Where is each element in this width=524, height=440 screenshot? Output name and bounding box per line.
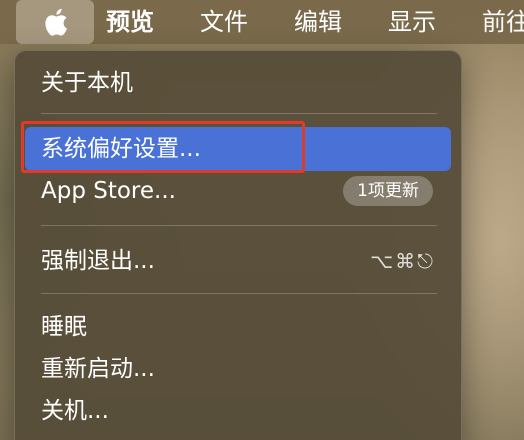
menu-go[interactable]: 前往 xyxy=(482,0,524,44)
menu-separator xyxy=(41,225,437,226)
menu-item-label: App Store... xyxy=(41,178,176,204)
apple-menu-dropdown: 关于本机 系统偏好设置... App Store... 1项更新 强制退出...… xyxy=(14,50,462,440)
annotation-highlight-box xyxy=(21,121,305,173)
menu-preview[interactable]: 预览 xyxy=(106,0,154,44)
menu-item-shut-down[interactable]: 关机... xyxy=(25,389,451,433)
menu-item-label: 强制退出... xyxy=(41,248,155,274)
apple-logo-icon xyxy=(42,7,68,37)
menu-view[interactable]: 显示 xyxy=(388,0,436,44)
menu-item-label: 关于本机 xyxy=(41,70,133,96)
menu-item-restart[interactable]: 重新启动... xyxy=(25,347,451,391)
apple-menu-button[interactable] xyxy=(16,0,94,44)
menu-item-label: 关机... xyxy=(41,398,109,424)
keyboard-shortcut: ⌥⌘⎋ xyxy=(370,249,435,273)
update-count-badge: 1项更新 xyxy=(343,176,433,206)
menu-item-label: 重新启动... xyxy=(41,356,155,382)
menu-item-force-quit[interactable]: 强制退出... ⌥⌘⎋ xyxy=(25,239,451,283)
menu-item-sleep[interactable]: 睡眠 xyxy=(25,305,451,349)
menu-file[interactable]: 文件 xyxy=(200,0,248,44)
menu-item-label: 睡眠 xyxy=(41,314,87,340)
menu-item-app-store[interactable]: App Store... 1项更新 xyxy=(25,169,451,213)
menu-item-about-this-mac[interactable]: 关于本机 xyxy=(25,61,451,105)
menu-separator xyxy=(41,293,437,294)
menu-separator xyxy=(41,113,437,114)
menu-bar: 预览 文件 编辑 显示 前往 xyxy=(0,0,524,44)
menu-edit[interactable]: 编辑 xyxy=(294,0,342,44)
